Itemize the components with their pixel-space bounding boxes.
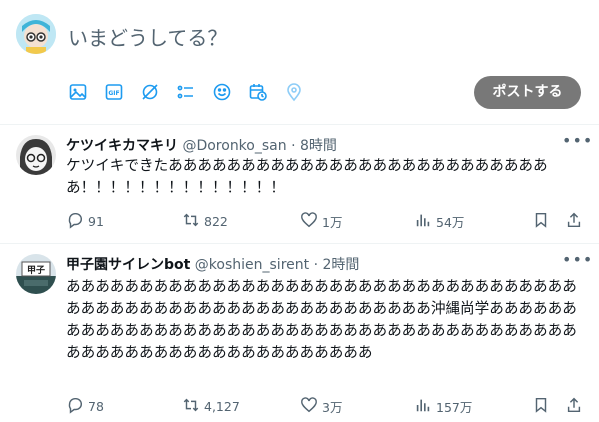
views-icon	[414, 396, 436, 417]
tweet[interactable]: ケツイキカマキリ @Doronko_san · 8時間 ••• ケツイキできたあ…	[0, 125, 599, 243]
bookmark-icon	[532, 211, 550, 232]
reply-icon	[66, 396, 88, 417]
views-count: 54万	[436, 215, 465, 230]
like-count: 3万	[322, 400, 343, 415]
gif-icon[interactable]: GIF	[104, 82, 124, 102]
list-icon[interactable]	[176, 82, 196, 102]
user-avatar[interactable]	[16, 14, 56, 54]
retweet-icon	[182, 211, 204, 232]
timestamp[interactable]: 2時間	[322, 257, 359, 273]
reply-button[interactable]: 91	[66, 211, 104, 232]
reply-button[interactable]: 78	[66, 396, 104, 417]
grok-icon[interactable]	[140, 82, 160, 102]
compose-input[interactable]: いまどうしてる？	[68, 22, 227, 51]
avatar[interactable]	[16, 135, 56, 175]
retweet-icon	[182, 396, 204, 417]
share-icon	[565, 211, 583, 232]
avatar[interactable]: 甲子	[16, 254, 56, 294]
tweet[interactable]: 甲子 甲子園サイレンbot @koshien_sirent · 2時間 ••• …	[0, 244, 599, 422]
more-icon[interactable]: •••	[562, 250, 593, 269]
heart-icon	[300, 211, 322, 232]
share-button[interactable]	[565, 396, 583, 417]
reply-count: 91	[88, 214, 104, 229]
retweet-count: 4,127	[204, 399, 240, 414]
separator-dot: ·	[313, 257, 319, 273]
schedule-icon[interactable]	[248, 82, 268, 102]
views-count: 157万	[436, 400, 473, 415]
tweet-composer: いまどうしてる？ GIF ポストする	[0, 0, 599, 124]
reply-icon	[66, 211, 88, 232]
retweet-button[interactable]: 4,127	[182, 396, 240, 417]
retweet-count: 822	[204, 214, 228, 229]
handle[interactable]: @Doronko_san	[182, 138, 286, 154]
views-button[interactable]: 157万	[414, 396, 472, 417]
views-button[interactable]: 54万	[414, 211, 464, 232]
like-count: 1万	[322, 215, 343, 230]
bookmark-icon	[532, 396, 550, 417]
timestamp[interactable]: 8時間	[300, 138, 337, 154]
share-button[interactable]	[565, 211, 583, 232]
like-button[interactable]: 1万	[300, 211, 342, 232]
location-icon	[284, 82, 304, 102]
reply-count: 78	[88, 399, 104, 414]
tweet-text: ああああああああああああああああああああああああああああああああああああああああ…	[66, 278, 577, 361]
display-name[interactable]: 甲子園サイレンbot	[66, 257, 190, 273]
separator-dot: ·	[291, 138, 296, 154]
bookmark-button[interactable]	[532, 396, 550, 417]
emoji-icon[interactable]	[212, 82, 232, 102]
svg-text:GIF: GIF	[108, 90, 119, 97]
views-icon	[414, 211, 436, 232]
tweet-header: ケツイキカマキリ @Doronko_san · 8時間	[66, 135, 337, 155]
svg-text:甲子: 甲子	[27, 265, 45, 276]
share-icon	[565, 396, 583, 417]
handle[interactable]: @koshien_sirent	[195, 257, 309, 273]
retweet-button[interactable]: 822	[182, 211, 228, 232]
post-button[interactable]: ポストする	[474, 76, 581, 109]
heart-icon	[300, 396, 322, 417]
tweet-text: ケツイキできたあああああああああああああああああああああああああああ！！！！！！…	[66, 157, 548, 196]
display-name[interactable]: ケツイキカマキリ	[66, 138, 178, 154]
more-icon[interactable]: •••	[562, 131, 593, 150]
bookmark-button[interactable]	[532, 211, 550, 232]
tweet-header: 甲子園サイレンbot @koshien_sirent · 2時間	[66, 254, 359, 274]
like-button[interactable]: 3万	[300, 396, 342, 417]
image-icon[interactable]	[68, 82, 88, 102]
